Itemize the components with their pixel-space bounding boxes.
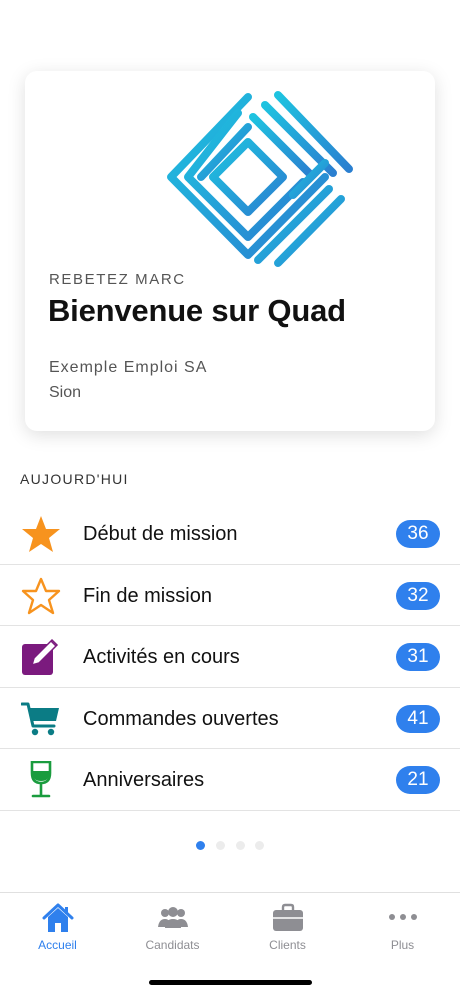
list-item-label: Anniversaires xyxy=(83,769,205,791)
home-icon xyxy=(42,903,74,932)
wine-glass-icon xyxy=(30,761,52,798)
user-name: REBETEZ MARC xyxy=(49,271,186,288)
briefcase-icon xyxy=(273,903,303,931)
list-item-commandes[interactable]: Commandes ouvertes 41 xyxy=(0,688,460,749)
list-item-fin-mission[interactable]: Fin de mission 32 xyxy=(0,565,460,626)
welcome-title: Bienvenue sur Quad xyxy=(48,293,346,328)
page-dot-2[interactable] xyxy=(216,841,225,850)
cart-icon xyxy=(21,702,59,735)
list-item-label: Activités en cours xyxy=(83,646,240,668)
tab-clients[interactable]: Clients xyxy=(230,893,345,963)
tab-label: Candidats xyxy=(145,938,200,952)
tab-label: Plus xyxy=(390,938,415,952)
welcome-card: REBETEZ MARC Bienvenue sur Quad Exemple … xyxy=(25,71,435,431)
list-item-debut-mission[interactable]: Début de mission 36 xyxy=(0,503,460,565)
today-list: Début de mission 36 Fin de mission 32 Ac… xyxy=(0,503,460,811)
count-badge: 41 xyxy=(396,704,440,733)
city-name: Sion xyxy=(49,384,82,401)
star-outline-icon xyxy=(21,577,61,614)
count-badge: 31 xyxy=(396,643,440,671)
star-filled-icon xyxy=(22,516,60,552)
today-section-title: AUJOURD'HUI xyxy=(20,471,129,487)
more-icon xyxy=(389,914,417,920)
page-dot-1[interactable] xyxy=(196,841,205,850)
edit-icon xyxy=(22,638,59,675)
page-dot-3[interactable] xyxy=(236,841,245,850)
list-item-label: Début de mission xyxy=(83,523,238,545)
tab-candidats[interactable]: Candidats xyxy=(115,893,230,963)
tab-label: Accueil xyxy=(38,938,77,952)
list-item-label: Fin de mission xyxy=(83,584,212,607)
count-badge: 32 xyxy=(396,581,440,610)
count-badge: 36 xyxy=(396,520,440,548)
company-name: Exemple Emploi SA xyxy=(49,359,208,376)
quad-logo xyxy=(167,91,353,267)
home-indicator[interactable] xyxy=(149,980,312,985)
tab-plus[interactable]: Plus xyxy=(345,893,460,963)
people-icon xyxy=(158,907,188,928)
count-badge: 21 xyxy=(396,766,440,794)
tab-accueil[interactable]: Accueil xyxy=(0,893,115,963)
tab-label: Clients xyxy=(269,938,306,952)
page-indicator[interactable] xyxy=(196,841,266,851)
list-item-label: Commandes ouvertes xyxy=(83,707,279,730)
list-item-activites[interactable]: Activités en cours 31 xyxy=(0,626,460,688)
page-dot-4[interactable] xyxy=(255,841,264,850)
list-item-anniversaires[interactable]: Anniversaires 21 xyxy=(0,749,460,811)
